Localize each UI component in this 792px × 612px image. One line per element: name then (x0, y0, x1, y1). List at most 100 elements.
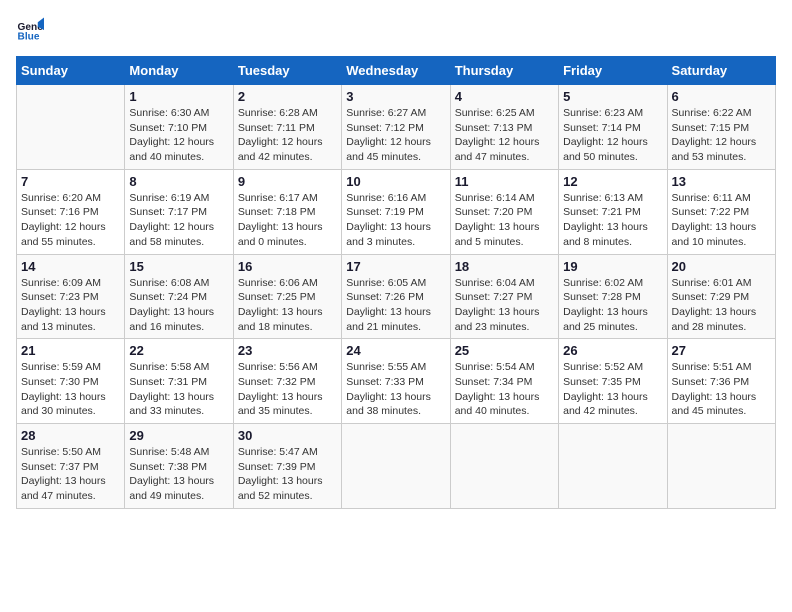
day-number: 13 (672, 174, 771, 189)
calendar-cell: 28 Sunrise: 5:50 AMSunset: 7:37 PMDayligh… (17, 424, 125, 509)
column-header-tuesday: Tuesday (233, 57, 341, 85)
day-number: 8 (129, 174, 228, 189)
calendar-cell: 7Sunrise: 6:20 AMSunset: 7:16 PMDaylight… (17, 169, 125, 254)
day-number: 21 (21, 343, 120, 358)
day-info: Sunrise: 6:25 AMSunset: 7:13 PMDaylight:… (455, 106, 554, 165)
calendar-cell: 14 Sunrise: 6:09 AMSunset: 7:23 PMDayligh… (17, 254, 125, 339)
day-number: 30 (238, 428, 337, 443)
calendar-cell: 16 Sunrise: 6:06 AMSunset: 7:25 PMDayligh… (233, 254, 341, 339)
day-number: 9 (238, 174, 337, 189)
calendar-table: SundayMondayTuesdayWednesdayThursdayFrid… (16, 56, 776, 509)
calendar-cell: 13 Sunrise: 6:11 AMSunset: 7:22 PMDayligh… (667, 169, 775, 254)
calendar-cell (342, 424, 450, 509)
day-info: Sunrise: 5:56 AMSunset: 7:32 PMDaylight:… (238, 360, 337, 419)
calendar-cell (667, 424, 775, 509)
day-info: Sunrise: 6:08 AMSunset: 7:24 PMDaylight:… (129, 276, 228, 335)
day-info: Sunrise: 6:09 AMSunset: 7:23 PMDaylight:… (21, 276, 120, 335)
logo-icon: General Blue (16, 16, 44, 44)
day-number: 2 (238, 89, 337, 104)
calendar-cell: 10Sunrise: 6:16 AMSunset: 7:19 PMDayligh… (342, 169, 450, 254)
calendar-cell: 23 Sunrise: 5:56 AMSunset: 7:32 PMDayligh… (233, 339, 341, 424)
day-number: 25 (455, 343, 554, 358)
day-number: 15 (129, 259, 228, 274)
day-number: 24 (346, 343, 445, 358)
calendar-week-row: 7Sunrise: 6:20 AMSunset: 7:16 PMDaylight… (17, 169, 776, 254)
day-number: 12 (563, 174, 662, 189)
calendar-week-row: 21 Sunrise: 5:59 AMSunset: 7:30 PMDayligh… (17, 339, 776, 424)
calendar-cell: 27 Sunrise: 5:51 AMSunset: 7:36 PMDayligh… (667, 339, 775, 424)
page-header: General Blue (16, 16, 776, 44)
calendar-cell: 15 Sunrise: 6:08 AMSunset: 7:24 PMDayligh… (125, 254, 233, 339)
day-number: 17 (346, 259, 445, 274)
day-info: Sunrise: 5:48 AMSunset: 7:38 PMDaylight:… (129, 445, 228, 504)
day-info: Sunrise: 5:55 AMSunset: 7:33 PMDaylight:… (346, 360, 445, 419)
day-info: Sunrise: 6:01 AMSunset: 7:29 PMDaylight:… (672, 276, 771, 335)
day-info: Sunrise: 6:05 AMSunset: 7:26 PMDaylight:… (346, 276, 445, 335)
calendar-cell (17, 85, 125, 170)
day-info: Sunrise: 6:06 AMSunset: 7:25 PMDaylight:… (238, 276, 337, 335)
calendar-cell: 2 Sunrise: 6:28 AMSunset: 7:11 PMDaylight… (233, 85, 341, 170)
day-info: Sunrise: 6:27 AMSunset: 7:12 PMDaylight:… (346, 106, 445, 165)
day-info: Sunrise: 5:50 AMSunset: 7:37 PMDaylight:… (21, 445, 120, 504)
calendar-cell: 9 Sunrise: 6:17 AMSunset: 7:18 PMDaylight… (233, 169, 341, 254)
day-number: 27 (672, 343, 771, 358)
day-info: Sunrise: 6:28 AMSunset: 7:11 PMDaylight:… (238, 106, 337, 165)
day-number: 6 (672, 89, 771, 104)
day-number: 7 (21, 174, 120, 189)
day-number: 26 (563, 343, 662, 358)
logo: General Blue (16, 16, 48, 44)
calendar-cell: 18 Sunrise: 6:04 AMSunset: 7:27 PMDayligh… (450, 254, 558, 339)
calendar-cell: 24 Sunrise: 5:55 AMSunset: 7:33 PMDayligh… (342, 339, 450, 424)
day-info: Sunrise: 5:58 AMSunset: 7:31 PMDaylight:… (129, 360, 228, 419)
column-header-wednesday: Wednesday (342, 57, 450, 85)
calendar-cell (450, 424, 558, 509)
day-number: 20 (672, 259, 771, 274)
day-number: 16 (238, 259, 337, 274)
day-info: Sunrise: 6:22 AMSunset: 7:15 PMDaylight:… (672, 106, 771, 165)
calendar-cell: 6 Sunrise: 6:22 AMSunset: 7:15 PMDaylight… (667, 85, 775, 170)
day-number: 10 (346, 174, 445, 189)
calendar-cell: 3 Sunrise: 6:27 AMSunset: 7:12 PMDaylight… (342, 85, 450, 170)
calendar-cell: 19Sunrise: 6:02 AMSunset: 7:28 PMDayligh… (559, 254, 667, 339)
day-number: 5 (563, 89, 662, 104)
day-number: 29 (129, 428, 228, 443)
svg-text:Blue: Blue (18, 31, 40, 42)
day-number: 14 (21, 259, 120, 274)
calendar-cell: 20 Sunrise: 6:01 AMSunset: 7:29 PMDayligh… (667, 254, 775, 339)
calendar-cell: 1 Sunrise: 6:30 AMSunset: 7:10 PMDaylight… (125, 85, 233, 170)
day-number: 18 (455, 259, 554, 274)
column-header-thursday: Thursday (450, 57, 558, 85)
calendar-cell: 25 Sunrise: 5:54 AMSunset: 7:34 PMDayligh… (450, 339, 558, 424)
calendar-cell: 30 Sunrise: 5:47 AMSunset: 7:39 PMDayligh… (233, 424, 341, 509)
day-info: Sunrise: 6:02 AMSunset: 7:28 PMDaylight:… (563, 276, 662, 335)
calendar-cell (559, 424, 667, 509)
day-number: 22 (129, 343, 228, 358)
day-info: Sunrise: 5:52 AMSunset: 7:35 PMDaylight:… (563, 360, 662, 419)
day-info: Sunrise: 5:47 AMSunset: 7:39 PMDaylight:… (238, 445, 337, 504)
day-number: 1 (129, 89, 228, 104)
calendar-cell: 4 Sunrise: 6:25 AMSunset: 7:13 PMDaylight… (450, 85, 558, 170)
day-info: Sunrise: 6:23 AMSunset: 7:14 PMDaylight:… (563, 106, 662, 165)
day-number: 4 (455, 89, 554, 104)
day-info: Sunrise: 6:17 AMSunset: 7:18 PMDaylight:… (238, 191, 337, 250)
day-info: Sunrise: 5:59 AMSunset: 7:30 PMDaylight:… (21, 360, 120, 419)
day-number: 28 (21, 428, 120, 443)
day-info: Sunrise: 6:19 AMSunset: 7:17 PMDaylight:… (129, 191, 228, 250)
column-header-sunday: Sunday (17, 57, 125, 85)
day-info: Sunrise: 5:51 AMSunset: 7:36 PMDaylight:… (672, 360, 771, 419)
day-number: 11 (455, 174, 554, 189)
calendar-week-row: 1 Sunrise: 6:30 AMSunset: 7:10 PMDaylight… (17, 85, 776, 170)
day-info: Sunrise: 6:13 AMSunset: 7:21 PMDaylight:… (563, 191, 662, 250)
calendar-cell: 29 Sunrise: 5:48 AMSunset: 7:38 PMDayligh… (125, 424, 233, 509)
calendar-cell: 26 Sunrise: 5:52 AMSunset: 7:35 PMDayligh… (559, 339, 667, 424)
column-header-monday: Monday (125, 57, 233, 85)
day-info: Sunrise: 6:30 AMSunset: 7:10 PMDaylight:… (129, 106, 228, 165)
column-header-friday: Friday (559, 57, 667, 85)
day-info: Sunrise: 6:04 AMSunset: 7:27 PMDaylight:… (455, 276, 554, 335)
day-info: Sunrise: 6:11 AMSunset: 7:22 PMDaylight:… (672, 191, 771, 250)
calendar-cell: 17 Sunrise: 6:05 AMSunset: 7:26 PMDayligh… (342, 254, 450, 339)
day-info: Sunrise: 5:54 AMSunset: 7:34 PMDaylight:… (455, 360, 554, 419)
day-number: 3 (346, 89, 445, 104)
calendar-week-row: 14 Sunrise: 6:09 AMSunset: 7:23 PMDayligh… (17, 254, 776, 339)
day-number: 23 (238, 343, 337, 358)
